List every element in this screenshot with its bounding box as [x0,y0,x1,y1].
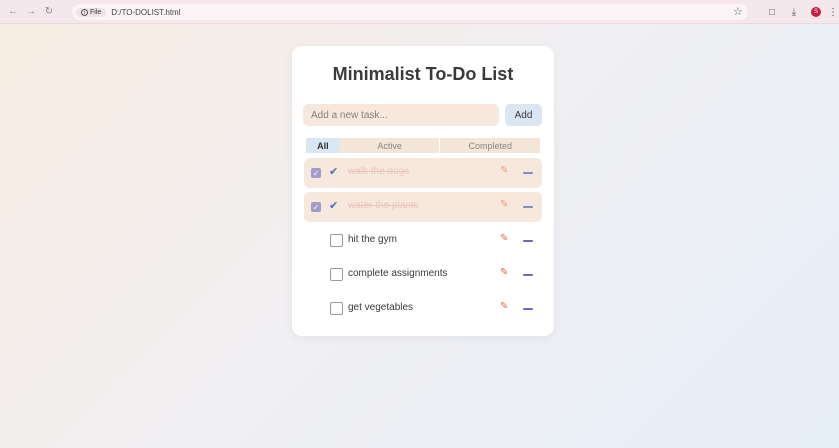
task-checkbox-checked[interactable]: ✓ [311,168,321,178]
profile-initial: S [811,7,821,17]
filter-completed-tab[interactable]: Completed [440,138,541,153]
filter-active-tab[interactable]: Active [339,138,441,153]
delete-minus-icon[interactable] [523,206,533,208]
checkmark-icon: ✔ [329,200,339,212]
task-checkbox[interactable] [330,234,343,247]
delete-minus-icon[interactable] [523,172,533,174]
filter-all-tab[interactable]: All [306,138,340,153]
profile-avatar[interactable]: S [805,0,827,24]
menu-kebab-icon[interactable]: ⋮ [827,0,839,24]
back-arrow-icon[interactable]: ← [6,5,20,19]
bookmark-star-icon[interactable]: ☆ [733,5,743,18]
download-icon[interactable]: ⤓ [783,0,805,24]
browser-toolbar: ← → ↻ i File D:/TO-DOLIST.html ☆ □ ⤓ S ⋮ [0,0,839,24]
task-text: walk the dogs [348,166,410,177]
task-checkbox[interactable] [330,302,343,315]
task-text: water the plants [348,200,419,211]
task-row: complete assignments ✎ [304,260,542,290]
delete-minus-icon[interactable] [523,240,533,242]
info-icon: i [81,8,88,16]
site-info-chip[interactable]: i File [76,7,107,17]
task-row: get vegetables ✎ [304,294,542,324]
task-row: ✓ ✔ walk the dogs ✎ [304,158,542,188]
add-task-button[interactable]: Add [505,104,542,126]
task-checkbox[interactable] [330,268,343,281]
edit-pencil-icon[interactable]: ✎ [500,301,508,312]
task-row: ✓ ✔ water the plants ✎ [304,192,542,222]
task-text: complete assignments [348,268,448,279]
filter-tabs: All Active Completed [306,138,541,153]
new-task-input[interactable] [303,104,499,126]
edit-pencil-icon[interactable]: ✎ [500,199,508,210]
url-text: D:/TO-DOLIST.html [111,7,181,17]
extensions-icon[interactable]: □ [761,0,783,24]
todo-card [292,46,554,336]
edit-pencil-icon[interactable]: ✎ [500,267,508,278]
reload-icon[interactable]: ↻ [42,5,56,19]
edit-pencil-icon[interactable]: ✎ [500,165,508,176]
task-text: get vegetables [348,302,414,313]
edit-pencil-icon[interactable]: ✎ [500,233,508,244]
delete-minus-icon[interactable] [523,274,533,276]
address-bar[interactable]: i File D:/TO-DOLIST.html [72,4,748,20]
page-title: Minimalist To-Do List [332,64,514,84]
task-row: hit the gym ✎ [304,226,542,256]
forward-arrow-icon[interactable]: → [24,5,38,19]
task-text: hit the gym [348,234,397,245]
site-info-label: File [90,8,102,16]
task-checkbox-checked[interactable]: ✓ [311,202,321,212]
delete-minus-icon[interactable] [523,308,533,310]
checkmark-icon: ✔ [329,166,339,178]
